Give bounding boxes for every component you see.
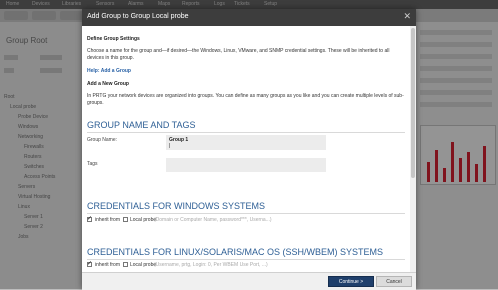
intro-text: Choose a name for the group and—if desir… (87, 48, 390, 61)
inherit-linux-checkbox[interactable] (87, 260, 92, 267)
cancel-button[interactable]: Cancel (376, 276, 412, 287)
section-windows-credentials: CREDENTIALS FOR WINDOWS SYSTEMS (87, 201, 266, 211)
inherit-windows-checkbox[interactable] (87, 215, 92, 222)
group-name-label: Group Name: (87, 137, 118, 143)
help-link[interactable]: Help: Add a Group (87, 68, 131, 74)
linux-inherited-values: (Username, prtg, Login: 0, Per WBEM Use … (154, 262, 268, 268)
local-probe-checkbox[interactable] (123, 217, 128, 222)
section-divider (87, 259, 405, 260)
dialog-body: Define Group Settings Choose a name for … (82, 26, 410, 272)
add-group-dialog: Add Group to Group Local probe ✕ Define … (82, 9, 416, 290)
section-divider (87, 213, 405, 214)
group-name-value: Group 1 (169, 137, 189, 143)
dialog-header: Add Group to Group Local probe ✕ (82, 9, 416, 26)
local-probe-label: Local probe (130, 217, 157, 223)
text-cursor: | (169, 143, 171, 149)
continue-button[interactable]: Continue > (328, 276, 374, 287)
close-icon[interactable]: ✕ (403, 12, 411, 21)
inherit-from-label: inherit from (95, 217, 121, 223)
scrollbar-thumb[interactable] (411, 28, 415, 178)
add-group-heading: Add a New Group (87, 81, 129, 87)
tags-label: Tags (87, 161, 98, 167)
section-divider (87, 132, 405, 133)
local-probe-checkbox[interactable] (123, 262, 128, 267)
settings-heading: Define Group Settings (87, 36, 140, 42)
dialog-scrollbar[interactable] (410, 26, 416, 272)
tags-input[interactable] (166, 158, 326, 172)
add-group-text: In PRTG your network devices are organiz… (87, 93, 404, 106)
dialog-title: Add Group to Group Local probe (87, 13, 189, 20)
group-name-input[interactable]: Group 1 | (166, 135, 326, 150)
windows-inherited-values: (Domain or Computer Name, password***, U… (154, 217, 272, 223)
section-linux-credentials: CREDENTIALS FOR LINUX/SOLARIS/MAC OS (SS… (87, 247, 384, 257)
inherit-from-label: inherit from (95, 262, 121, 268)
local-probe-label: Local probe (130, 262, 157, 268)
section-group-name-tags: GROUP NAME AND TAGS (87, 120, 196, 130)
dialog-footer: Continue > Cancel (82, 272, 416, 290)
